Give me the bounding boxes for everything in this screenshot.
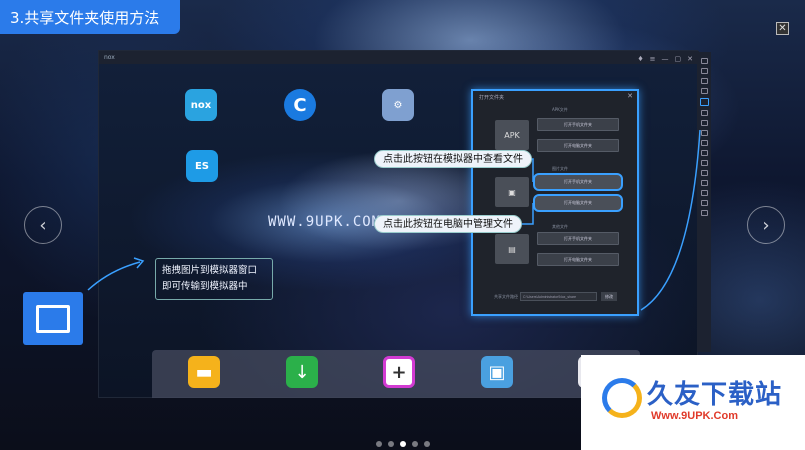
menu-icon[interactable]: ≡ bbox=[650, 53, 656, 66]
watermark-url: WWW.9UPK.COM bbox=[268, 214, 382, 230]
image-file-icon: ▣ bbox=[495, 177, 529, 207]
toolbar-icon[interactable] bbox=[700, 150, 708, 156]
emulator-titlebar: nox ♦ ≡ — ▢ ✕ bbox=[99, 51, 699, 64]
apk-open-pc-folder-label: 打开电脑文件夹 bbox=[564, 142, 592, 148]
toolbar-icon[interactable] bbox=[700, 210, 708, 216]
apk-section-label: APK文件 bbox=[552, 107, 568, 112]
download-icon: ↓ bbox=[294, 361, 310, 383]
nox-app-icon[interactable]: nox bbox=[185, 89, 217, 121]
toolbar-icon[interactable] bbox=[700, 78, 708, 84]
modify-path-label: 修改 bbox=[605, 294, 613, 299]
toolbar-icon[interactable] bbox=[700, 170, 708, 176]
modify-path-button[interactable]: 修改 bbox=[601, 292, 617, 301]
toolbar-icon[interactable] bbox=[700, 130, 708, 136]
folder-icon: ▬ bbox=[195, 361, 213, 383]
es-app-label: ES bbox=[194, 160, 210, 172]
toolbar-icon[interactable] bbox=[700, 140, 708, 146]
nox-app-label: nox bbox=[190, 99, 212, 111]
other-open-pc-folder-label: 打开电脑文件夹 bbox=[564, 256, 592, 262]
apk-open-phone-folder-label: 打开手机文件夹 bbox=[564, 121, 592, 127]
gallery-app-icon[interactable]: ▣ bbox=[481, 356, 513, 388]
callout-view-text: 点击此按钮在模拟器中查看文件 bbox=[383, 154, 523, 165]
toolbar-icon[interactable] bbox=[700, 160, 708, 166]
callout-manage-on-pc: 点击此按钮在电脑中管理文件 bbox=[374, 215, 522, 233]
image-section-label: 图片文件 bbox=[552, 166, 568, 171]
toolbar-icon[interactable] bbox=[700, 120, 708, 126]
site-logo-icon bbox=[602, 378, 642, 418]
shared-path-input[interactable] bbox=[520, 292, 597, 301]
shared-path-label: 共享文件路径 bbox=[494, 294, 518, 299]
next-slide-button[interactable]: › bbox=[747, 206, 785, 244]
file-manager-icon[interactable]: ▬ bbox=[188, 356, 220, 388]
document-file-icon: ▤ bbox=[495, 234, 529, 264]
tools-app-label: ⚙ bbox=[393, 99, 403, 111]
toolbar-icon[interactable] bbox=[700, 88, 708, 94]
tools-folder-icon[interactable]: ⚙ bbox=[382, 89, 414, 121]
toolbar-icon[interactable] bbox=[700, 58, 708, 64]
toolbar-icon[interactable] bbox=[700, 110, 708, 116]
toolbar-icon[interactable] bbox=[700, 200, 708, 206]
toolbar-icon[interactable] bbox=[700, 68, 708, 74]
gallery-icon: ▣ bbox=[488, 361, 506, 383]
page-title: 3.共享文件夹使用方法 bbox=[0, 0, 180, 34]
page-title-text: 3.共享文件夹使用方法 bbox=[10, 8, 160, 27]
pagination-dot[interactable] bbox=[376, 441, 382, 447]
image-open-phone-folder-label: 打开手机文件夹 bbox=[564, 179, 592, 184]
window-controls: ♦ ≡ — ▢ ✕ bbox=[637, 53, 693, 66]
shared-folder-toolbar-icon[interactable] bbox=[699, 98, 709, 106]
close-window-icon[interactable]: ✕ bbox=[687, 53, 693, 66]
toolbar-icon[interactable] bbox=[700, 180, 708, 186]
image-thumb-label: ▣ bbox=[508, 187, 516, 197]
close-button[interactable]: ✕ bbox=[776, 22, 789, 35]
document-thumb-label: ▤ bbox=[508, 244, 516, 254]
dialog-close-icon[interactable]: ✕ bbox=[627, 92, 633, 100]
other-open-phone-folder-label: 打开手机文件夹 bbox=[564, 235, 592, 241]
image-open-phone-folder-button[interactable]: 打开手机文件夹 bbox=[533, 173, 623, 191]
chevron-right-icon: › bbox=[762, 214, 770, 236]
apk-thumb-label: APK bbox=[504, 130, 520, 140]
es-file-explorer-icon[interactable]: ES bbox=[186, 150, 218, 182]
pagination-dot[interactable] bbox=[424, 441, 430, 447]
drag-tip-line2: 即可传输到模拟器中 bbox=[162, 281, 248, 292]
emulator-sidebar-toolbar bbox=[697, 52, 711, 352]
site-logo-url: Www.9UPK.Com bbox=[651, 410, 738, 422]
image-file-badge bbox=[23, 292, 83, 345]
add-app-icon[interactable]: + bbox=[383, 356, 415, 388]
pagination-dot[interactable] bbox=[388, 441, 394, 447]
other-open-phone-folder-button[interactable]: 打开手机文件夹 bbox=[537, 232, 619, 245]
image-open-pc-folder-button[interactable]: 打开电脑文件夹 bbox=[533, 194, 623, 212]
pagination-dot[interactable] bbox=[412, 441, 418, 447]
apk-open-pc-folder-button[interactable]: 打开电脑文件夹 bbox=[537, 139, 619, 152]
browser-app-icon[interactable]: C bbox=[284, 89, 316, 121]
drag-tip-line1: 拖拽图片到模拟器窗口 bbox=[162, 265, 258, 276]
maximize-icon[interactable]: ▢ bbox=[675, 53, 682, 66]
site-logo-name: 久友下载站 bbox=[647, 380, 783, 410]
image-open-pc-folder-label: 打开电脑文件夹 bbox=[564, 200, 592, 205]
theme-icon[interactable]: ♦ bbox=[637, 53, 643, 66]
callout-manage-text: 点击此按钮在电脑中管理文件 bbox=[383, 219, 513, 230]
apk-file-icon: APK bbox=[495, 120, 529, 150]
apk-open-phone-folder-button[interactable]: 打开手机文件夹 bbox=[537, 118, 619, 131]
drag-image-tip: 拖拽图片到模拟器窗口 即可传输到模拟器中 bbox=[155, 258, 273, 300]
dialog-title: 打开文件夹 bbox=[479, 95, 505, 101]
download-app-icon[interactable]: ↓ bbox=[286, 356, 318, 388]
browser-app-label: C bbox=[293, 94, 307, 116]
toolbar-icon[interactable] bbox=[700, 190, 708, 196]
minimize-icon[interactable]: — bbox=[662, 53, 669, 66]
pagination-dot-active[interactable] bbox=[400, 441, 406, 447]
close-icon: ✕ bbox=[778, 23, 787, 34]
other-open-pc-folder-button[interactable]: 打开电脑文件夹 bbox=[537, 253, 619, 266]
plus-icon: + bbox=[391, 361, 407, 383]
chevron-left-icon: ‹ bbox=[39, 214, 47, 236]
previous-slide-button[interactable]: ‹ bbox=[24, 206, 62, 244]
emulator-title: nox bbox=[104, 54, 115, 61]
callout-view-in-emulator: 点击此按钮在模拟器中查看文件 bbox=[374, 150, 532, 168]
image-icon bbox=[36, 304, 70, 333]
slide-pagination bbox=[376, 441, 430, 447]
other-section-label: 其他文件 bbox=[552, 224, 568, 229]
